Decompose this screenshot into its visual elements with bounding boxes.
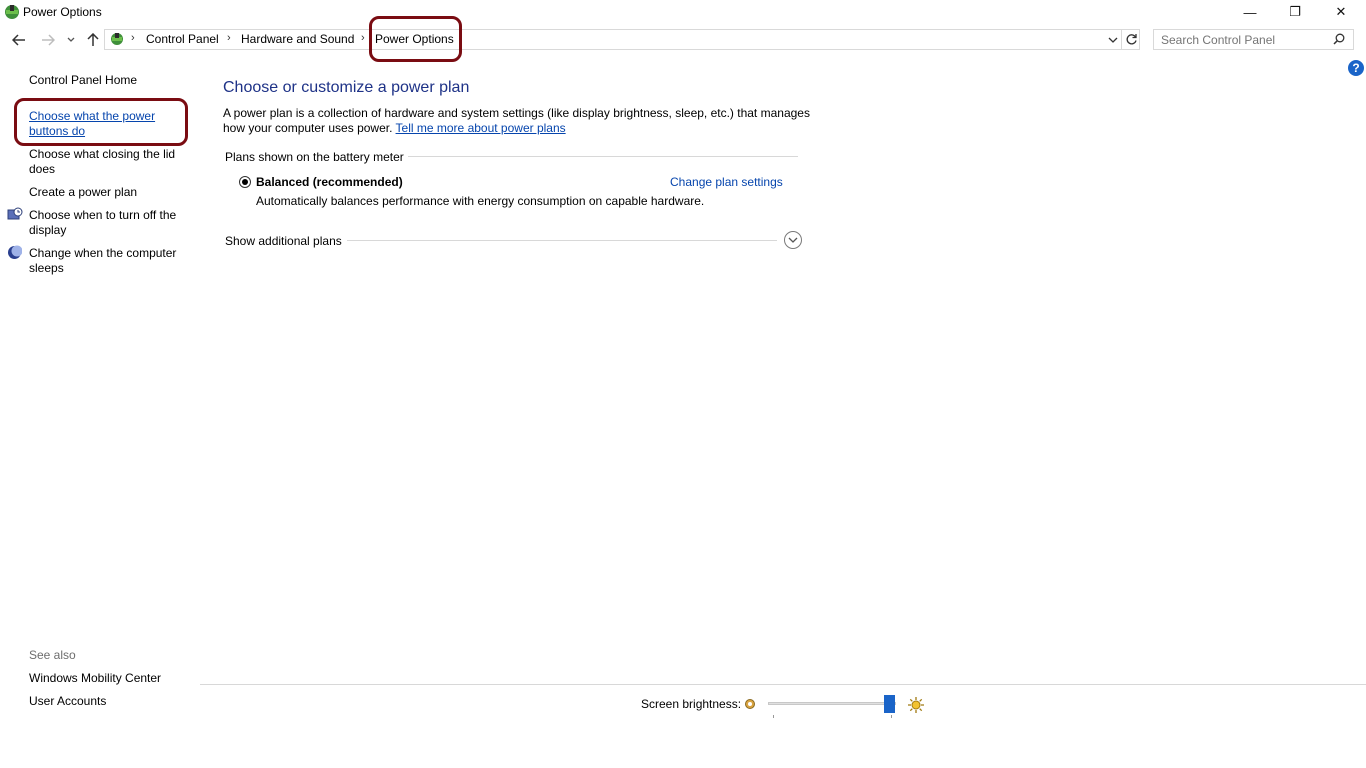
search-input[interactable] xyxy=(1153,29,1354,50)
sidebar-item-create-plan[interactable]: Create a power plan xyxy=(29,185,189,200)
forward-button[interactable] xyxy=(38,30,58,50)
group-label-battery-meter: Plans shown on the battery meter xyxy=(225,150,404,164)
refresh-button[interactable] xyxy=(1125,33,1138,49)
see-also-mobility-center[interactable]: Windows Mobility Center xyxy=(29,671,189,686)
power-options-app-icon xyxy=(5,5,19,19)
arrow-left-icon xyxy=(12,34,25,46)
expand-button[interactable] xyxy=(784,231,802,249)
chevron-down-icon xyxy=(67,37,75,42)
sidebar-item-computer-sleeps[interactable]: Change when the computer sleeps xyxy=(29,246,184,276)
learn-more-link[interactable]: Tell me more about power plans xyxy=(396,121,566,135)
brightness-slider-thumb[interactable] xyxy=(883,695,895,713)
see-also-heading: See also xyxy=(29,648,76,662)
title-bar xyxy=(0,0,1366,26)
group-divider xyxy=(408,156,798,157)
close-button[interactable]: ✕ xyxy=(1318,0,1364,24)
see-also-user-accounts[interactable]: User Accounts xyxy=(29,694,189,709)
moon-icon xyxy=(8,245,22,259)
chevron-down-icon xyxy=(788,237,798,243)
highlight-ring-breadcrumb xyxy=(369,16,462,62)
chevron-down-icon xyxy=(1108,37,1118,43)
refresh-icon xyxy=(1126,34,1137,45)
bright-brightness-icon xyxy=(908,697,924,713)
restore-button[interactable]: ❐ xyxy=(1272,0,1318,24)
slider-tick xyxy=(773,715,774,718)
plan-radio-balanced[interactable] xyxy=(239,176,251,188)
sidebar-control-panel-home[interactable]: Control Panel Home xyxy=(29,73,189,88)
help-button[interactable]: ? xyxy=(1348,60,1364,76)
up-button[interactable] xyxy=(84,30,102,50)
plan-description: Automatically balances performance with … xyxy=(256,194,705,208)
sidebar-item-turn-off-display[interactable]: Choose when to turn off the display xyxy=(29,208,189,238)
back-button[interactable] xyxy=(9,30,29,50)
breadcrumb-separator-icon: › xyxy=(361,32,365,44)
address-divider xyxy=(1121,29,1122,50)
bottom-divider xyxy=(200,684,1366,685)
window-title: Power Options xyxy=(23,5,102,19)
display-timer-icon xyxy=(7,207,23,220)
sidebar-item-closing-lid[interactable]: Choose what closing the lid does xyxy=(29,147,181,177)
plan-name[interactable]: Balanced (recommended) xyxy=(256,175,403,189)
minimize-button[interactable]: — xyxy=(1227,0,1273,24)
arrow-right-icon xyxy=(42,34,55,46)
search-icon xyxy=(1333,33,1345,45)
page-description: A power plan is a collection of hardware… xyxy=(223,106,813,136)
control-panel-icon xyxy=(111,33,123,45)
page-title: Choose or customize a power plan xyxy=(223,79,470,96)
dim-brightness-icon xyxy=(745,699,755,709)
search-button[interactable] xyxy=(1333,33,1345,48)
highlight-ring-sidebar-item xyxy=(14,98,188,146)
screen-brightness-label: Screen brightness: xyxy=(641,697,742,711)
breadcrumb-control-panel[interactable]: Control Panel xyxy=(146,32,219,46)
breadcrumb-hardware-and-sound[interactable]: Hardware and Sound xyxy=(241,32,354,46)
breadcrumb-separator-icon: › xyxy=(131,32,135,44)
breadcrumb-separator-icon: › xyxy=(227,32,231,44)
recent-locations-button[interactable] xyxy=(64,30,78,50)
address-dropdown-button[interactable] xyxy=(1108,33,1118,47)
brightness-slider-track[interactable] xyxy=(768,702,896,705)
additional-plans-divider xyxy=(347,240,777,241)
slider-tick xyxy=(891,715,892,718)
show-additional-plans-label[interactable]: Show additional plans xyxy=(225,234,342,248)
change-plan-settings-link[interactable]: Change plan settings xyxy=(670,175,783,189)
arrow-up-icon xyxy=(87,33,99,46)
